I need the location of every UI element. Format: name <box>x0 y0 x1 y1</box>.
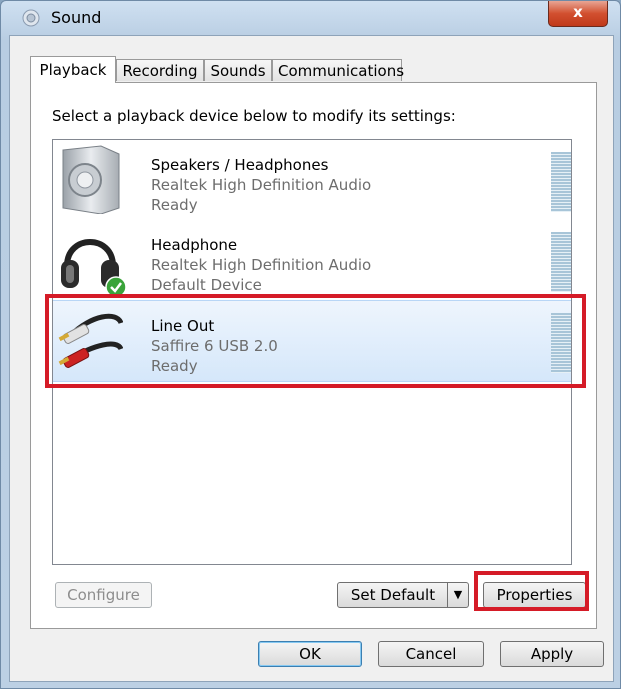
device-item-speakers[interactable]: Speakers / Headphones Realtek High Defin… <box>53 140 571 220</box>
tab-communications[interactable]: Communications <box>272 59 404 81</box>
volume-meter <box>551 152 571 212</box>
device-driver: Realtek High Definition Audio <box>151 256 372 274</box>
device-name: Line Out <box>151 317 215 335</box>
dropdown-arrow-icon[interactable]: ▼ <box>447 583 468 607</box>
properties-button[interactable]: Properties <box>483 582 586 608</box>
tab-sounds[interactable]: Sounds <box>204 59 272 81</box>
playback-panel: Select a playback device below to modify… <box>30 82 597 629</box>
device-list[interactable]: Speakers / Headphones Realtek High Defin… <box>52 139 572 565</box>
device-status: Ready <box>151 196 198 214</box>
volume-meter <box>551 232 571 292</box>
device-status: Default Device <box>151 276 262 294</box>
device-status: Ready <box>151 357 198 375</box>
apply-button[interactable]: Apply <box>500 641 604 667</box>
device-driver: Saffire 6 USB 2.0 <box>151 337 278 355</box>
tab-playback[interactable]: Playback <box>30 56 116 83</box>
window-title: Sound <box>51 8 102 27</box>
sound-dialog: Sound x Playback Recording Sounds Commun… <box>0 0 621 689</box>
dialog-client-area: Playback Recording Sounds Communications… <box>9 35 614 682</box>
title-bar[interactable]: Sound x <box>1 1 620 35</box>
device-item-line-out[interactable]: Line Out Saffire 6 USB 2.0 Ready <box>53 300 571 382</box>
volume-meter <box>551 313 571 373</box>
default-check-icon <box>105 276 127 298</box>
cancel-button[interactable]: Cancel <box>378 641 484 667</box>
device-driver: Realtek High Definition Audio <box>151 176 372 194</box>
rca-cable-icon <box>58 313 123 368</box>
device-name: Speakers / Headphones <box>151 156 329 174</box>
device-name: Headphone <box>151 236 238 254</box>
speaker-title-icon <box>22 9 40 27</box>
instruction-text: Select a playback device below to modify… <box>52 107 456 125</box>
set-default-button[interactable]: Set Default ▼ <box>337 582 469 608</box>
speaker-icon <box>62 145 120 214</box>
tab-recording[interactable]: Recording <box>116 59 204 81</box>
configure-button[interactable]: Configure <box>55 582 152 608</box>
set-default-label: Set Default <box>350 586 436 604</box>
device-item-headphone[interactable]: Headphone Realtek High Definition Audio … <box>53 220 571 300</box>
close-button[interactable]: x <box>548 1 608 27</box>
ok-button[interactable]: OK <box>258 641 362 667</box>
